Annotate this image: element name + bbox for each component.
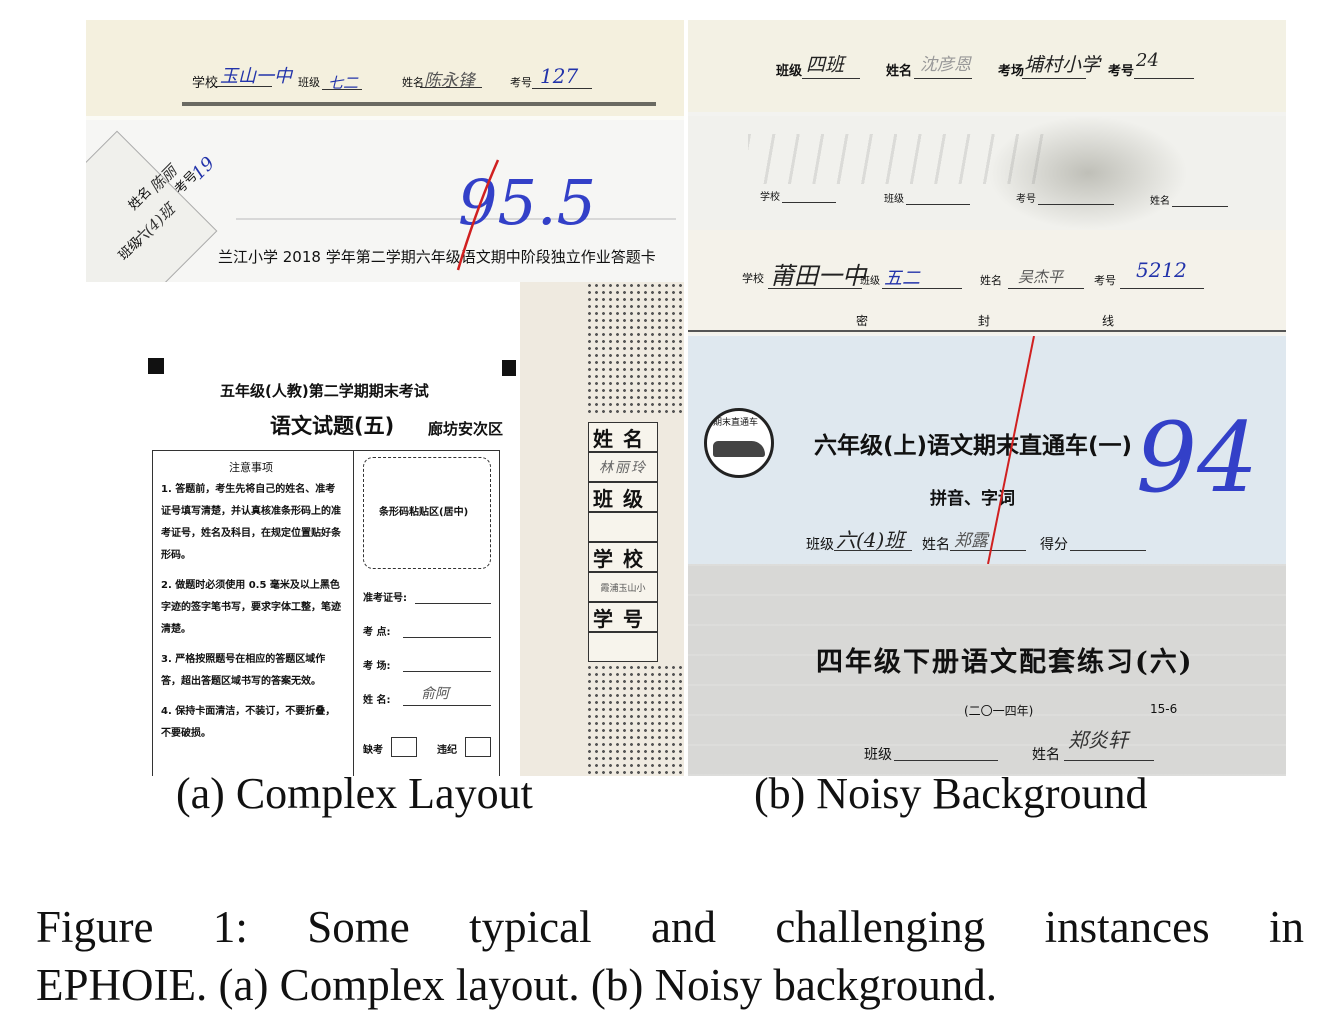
red-tick-mark — [456, 159, 500, 271]
exam-no-label: 考号 — [510, 76, 532, 89]
seal-char-3: 线 — [1102, 314, 1115, 328]
sample-b3: 学校 莆田一中 班级 五二 姓名 吴杰平 考号 5212 密 封 线 — [688, 230, 1286, 334]
class-label: 班级 — [298, 76, 320, 89]
note-4: 4. 保持卡面清洁，不装订，不要折叠，不要破损。 — [161, 706, 336, 739]
name-value: 郑炎轩 — [1068, 728, 1128, 752]
side-exam-no-label: 学号 — [588, 602, 658, 632]
panel-noisy-background: 班级 四班 姓名 沈彦恩 考场 埔村小学 考号 24 学校 班级 考号 姓名 学… — [688, 20, 1286, 776]
exam-no-label: 考号 — [1094, 274, 1116, 287]
school-label: 学校 — [192, 76, 219, 91]
room-label: 考场 — [998, 64, 1025, 79]
sample-a3: 五年级(人教)第二学期期末考试 语文试题(五) 廊坊安次区 注意事项 1. 答题… — [86, 282, 684, 776]
name-value: 吴杰平 — [1018, 268, 1064, 286]
class-value: 四班 — [806, 54, 845, 76]
seal-char-1: 密 — [856, 314, 869, 328]
sample-a1: 学校 玉山一中 班级 七二 姓名 陈永锋 考号 127 — [86, 20, 684, 116]
name-label: 姓名 — [1150, 196, 1170, 207]
side-name-value: 林丽玲 — [588, 452, 658, 482]
class-value: 五二 — [884, 268, 920, 289]
room-label: 考 点: — [363, 627, 391, 638]
page-number: 15-6 — [1150, 702, 1178, 716]
hall-label: 考 场: — [363, 661, 391, 672]
note-1: 1. 答题前，考生先将自己的姓名、准考证号填写清楚，并认真核准条形码上的准考证号… — [161, 484, 341, 561]
class-label: 班级 — [776, 64, 803, 79]
note-2: 2. 做题时必须使用 0.5 毫米及以上黑色字迹的签字笔书写，要求字体工整，笔迹… — [161, 580, 341, 635]
class-label: 班级 — [884, 194, 904, 205]
room-value: 埔村小学 — [1024, 54, 1101, 76]
notes-title: 注意事项 — [229, 461, 273, 474]
name-value: 沈彦恩 — [920, 55, 971, 75]
school-label: 学校 — [760, 192, 780, 203]
sample-b2: 学校 班级 考号 姓名 — [688, 116, 1286, 230]
name-label: 姓名 — [886, 64, 913, 79]
name-value: 俞阿 — [421, 686, 449, 702]
school-label: 学校 — [742, 272, 764, 285]
violation-label: 违纪 — [437, 745, 457, 756]
notes-box: 注意事项 1. 答题前，考生先将自己的姓名、准考证号填写清楚，并认真核准条形码上… — [152, 450, 500, 776]
seal-char-2: 封 — [978, 314, 991, 328]
exam-no-label: 考号 — [1108, 64, 1135, 79]
panel-complex-layout: 学校 玉山一中 班级 七二 姓名 陈永锋 考号 127 姓名 陈丽 考号 19 … — [86, 20, 684, 776]
exam-subtitle: 语文试题(五) — [270, 414, 395, 438]
side-name-label: 姓名 — [588, 422, 658, 452]
exam-no-label: 考号 — [1016, 194, 1036, 205]
school-value: 莆田一中 — [770, 262, 866, 290]
red-tick-mark — [987, 336, 1035, 564]
exam-no-value: 5212 — [1136, 258, 1187, 282]
absent-label: 缺考 — [363, 745, 383, 756]
barcode-label: 条形码粘贴区(居中) — [379, 507, 469, 518]
name-label: 姓名 — [980, 274, 1002, 287]
side-school-label: 学校 — [588, 542, 658, 572]
school-value: 玉山一中 — [220, 66, 292, 87]
exam-title: 五年级(人教)第二学期期末考试 — [220, 382, 429, 400]
name-label: 姓名 — [1032, 747, 1060, 763]
exercise-title: 四年级下册语文配套练习(六) — [816, 647, 1194, 678]
figure-caption-line-2: EPHOIE. (a) Complex layout. (b) Noisy ba… — [36, 960, 998, 1010]
sample-b4: 期末直通车 六年级(上)语文期末直通车(一) 拼音、字词 班级 六(4)班 姓名… — [688, 336, 1286, 564]
district: 廊坊安次区 — [428, 420, 504, 438]
exam-no-value: 24 — [1136, 50, 1159, 71]
side-school-value: 霞浦玉山小 — [588, 572, 658, 602]
figure-caption-line-1: Figure 1: Some typical and challenging i… — [36, 902, 1304, 952]
class-label: 班级 — [860, 276, 880, 287]
subcaption-b: (b) Noisy Background — [754, 769, 1148, 818]
note-3: 3. 严格按照题号在相应的答题区域作答，超出答题区域书写的答案无效。 — [161, 654, 326, 687]
name-label: 姓 名: — [363, 695, 391, 706]
ticket-label: 准考证号: — [363, 593, 407, 604]
year: (二〇一四年) — [964, 704, 1034, 718]
sample-a2: 姓名 陈丽 考号 19 班级 六(4)班 兰江小学 2018 学年第二学期六年级… — [86, 120, 684, 282]
class-label: 班级 — [864, 747, 892, 763]
sample-b1: 班级 四班 姓名 沈彦恩 考场 埔村小学 考号 24 — [688, 20, 1286, 112]
side-class-label: 班级 — [588, 482, 658, 512]
side-info-table: 姓名 林丽玲 班级 学校 霞浦玉山小 学号 — [588, 422, 658, 662]
sample-b5: 四年级下册语文配套练习(六) (二〇一四年) 15-6 班级 姓名 郑炎轩 — [688, 564, 1286, 776]
exam-no-value: 127 — [540, 64, 579, 88]
subcaption-a: (a) Complex Layout — [176, 769, 533, 818]
